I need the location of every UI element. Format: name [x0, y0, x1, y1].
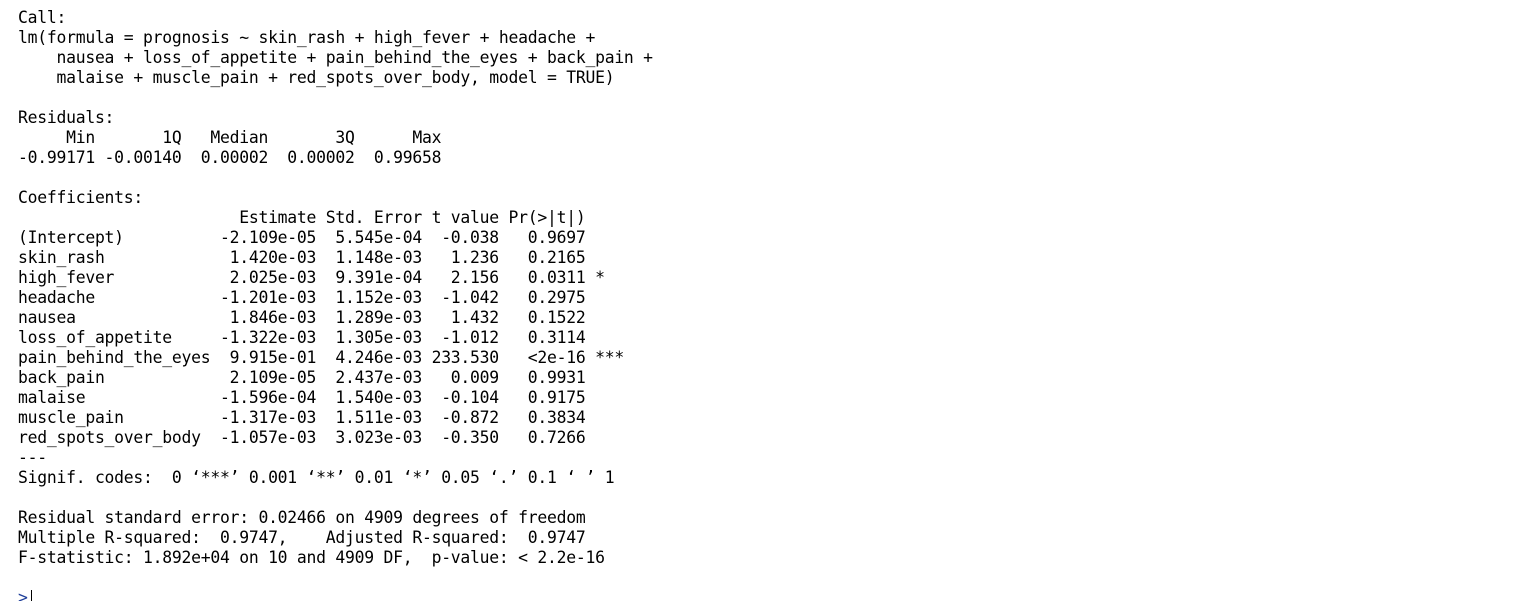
- console-line: lm(formula = prognosis ~ skin_rash + hig…: [18, 28, 596, 47]
- console-line: ---: [18, 448, 47, 467]
- text-cursor: [30, 590, 32, 601]
- coefficient-row: pain_behind_the_eyes 9.915e-01 4.246e-03…: [18, 348, 624, 367]
- coefficient-row: skin_rash 1.420e-03 1.148e-03 1.236 0.21…: [18, 248, 586, 267]
- console-input-line[interactable]: >: [18, 588, 32, 601]
- coefficient-row: (Intercept) -2.109e-05 5.545e-04 -0.038 …: [18, 228, 586, 247]
- r-squared-line: Multiple R-squared: 0.9747, Adjusted R-s…: [18, 528, 586, 547]
- coefficients-header: Estimate Std. Error t value Pr(>|t|): [18, 208, 586, 227]
- f-statistic-line: F-statistic: 1.892e+04 on 10 and 4909 DF…: [18, 548, 605, 567]
- console-line: Residuals:: [18, 108, 115, 127]
- r-console-output[interactable]: Call: lm(formula = prognosis ~ skin_rash…: [0, 0, 1518, 601]
- signif-codes-line: Signif. codes: 0 ‘***’ 0.001 ‘**’ 0.01 ‘…: [18, 468, 615, 487]
- console-line: Coefficients:: [18, 188, 144, 207]
- console-line: Min 1Q Median 3Q Max: [18, 128, 442, 147]
- coefficient-row: headache -1.201e-03 1.152e-03 -1.042 0.2…: [18, 288, 586, 307]
- lm-summary-output: Call: lm(formula = prognosis ~ skin_rash…: [18, 8, 653, 568]
- coefficient-row: back_pain 2.109e-05 2.437e-03 0.009 0.99…: [18, 368, 586, 387]
- console-line: -0.99171 -0.00140 0.00002 0.00002 0.9965…: [18, 148, 442, 167]
- coefficient-row: loss_of_appetite -1.322e-03 1.305e-03 -1…: [18, 328, 586, 347]
- coefficient-row: malaise -1.596e-04 1.540e-03 -0.104 0.91…: [18, 388, 586, 407]
- residual-standard-error-line: Residual standard error: 0.02466 on 4909…: [18, 508, 586, 527]
- coefficient-row: high_fever 2.025e-03 9.391e-04 2.156 0.0…: [18, 268, 605, 287]
- coefficient-row: nausea 1.846e-03 1.289e-03 1.432 0.1522: [18, 308, 586, 327]
- coefficient-row: red_spots_over_body -1.057e-03 3.023e-03…: [18, 428, 586, 447]
- console-line: nausea + loss_of_appetite + pain_behind_…: [18, 48, 653, 67]
- console-line: malaise + muscle_pain + red_spots_over_b…: [18, 68, 615, 87]
- prompt-symbol: >: [18, 588, 28, 601]
- coefficient-row: muscle_pain -1.317e-03 1.511e-03 -0.872 …: [18, 408, 586, 427]
- console-line: Call:: [18, 8, 67, 27]
